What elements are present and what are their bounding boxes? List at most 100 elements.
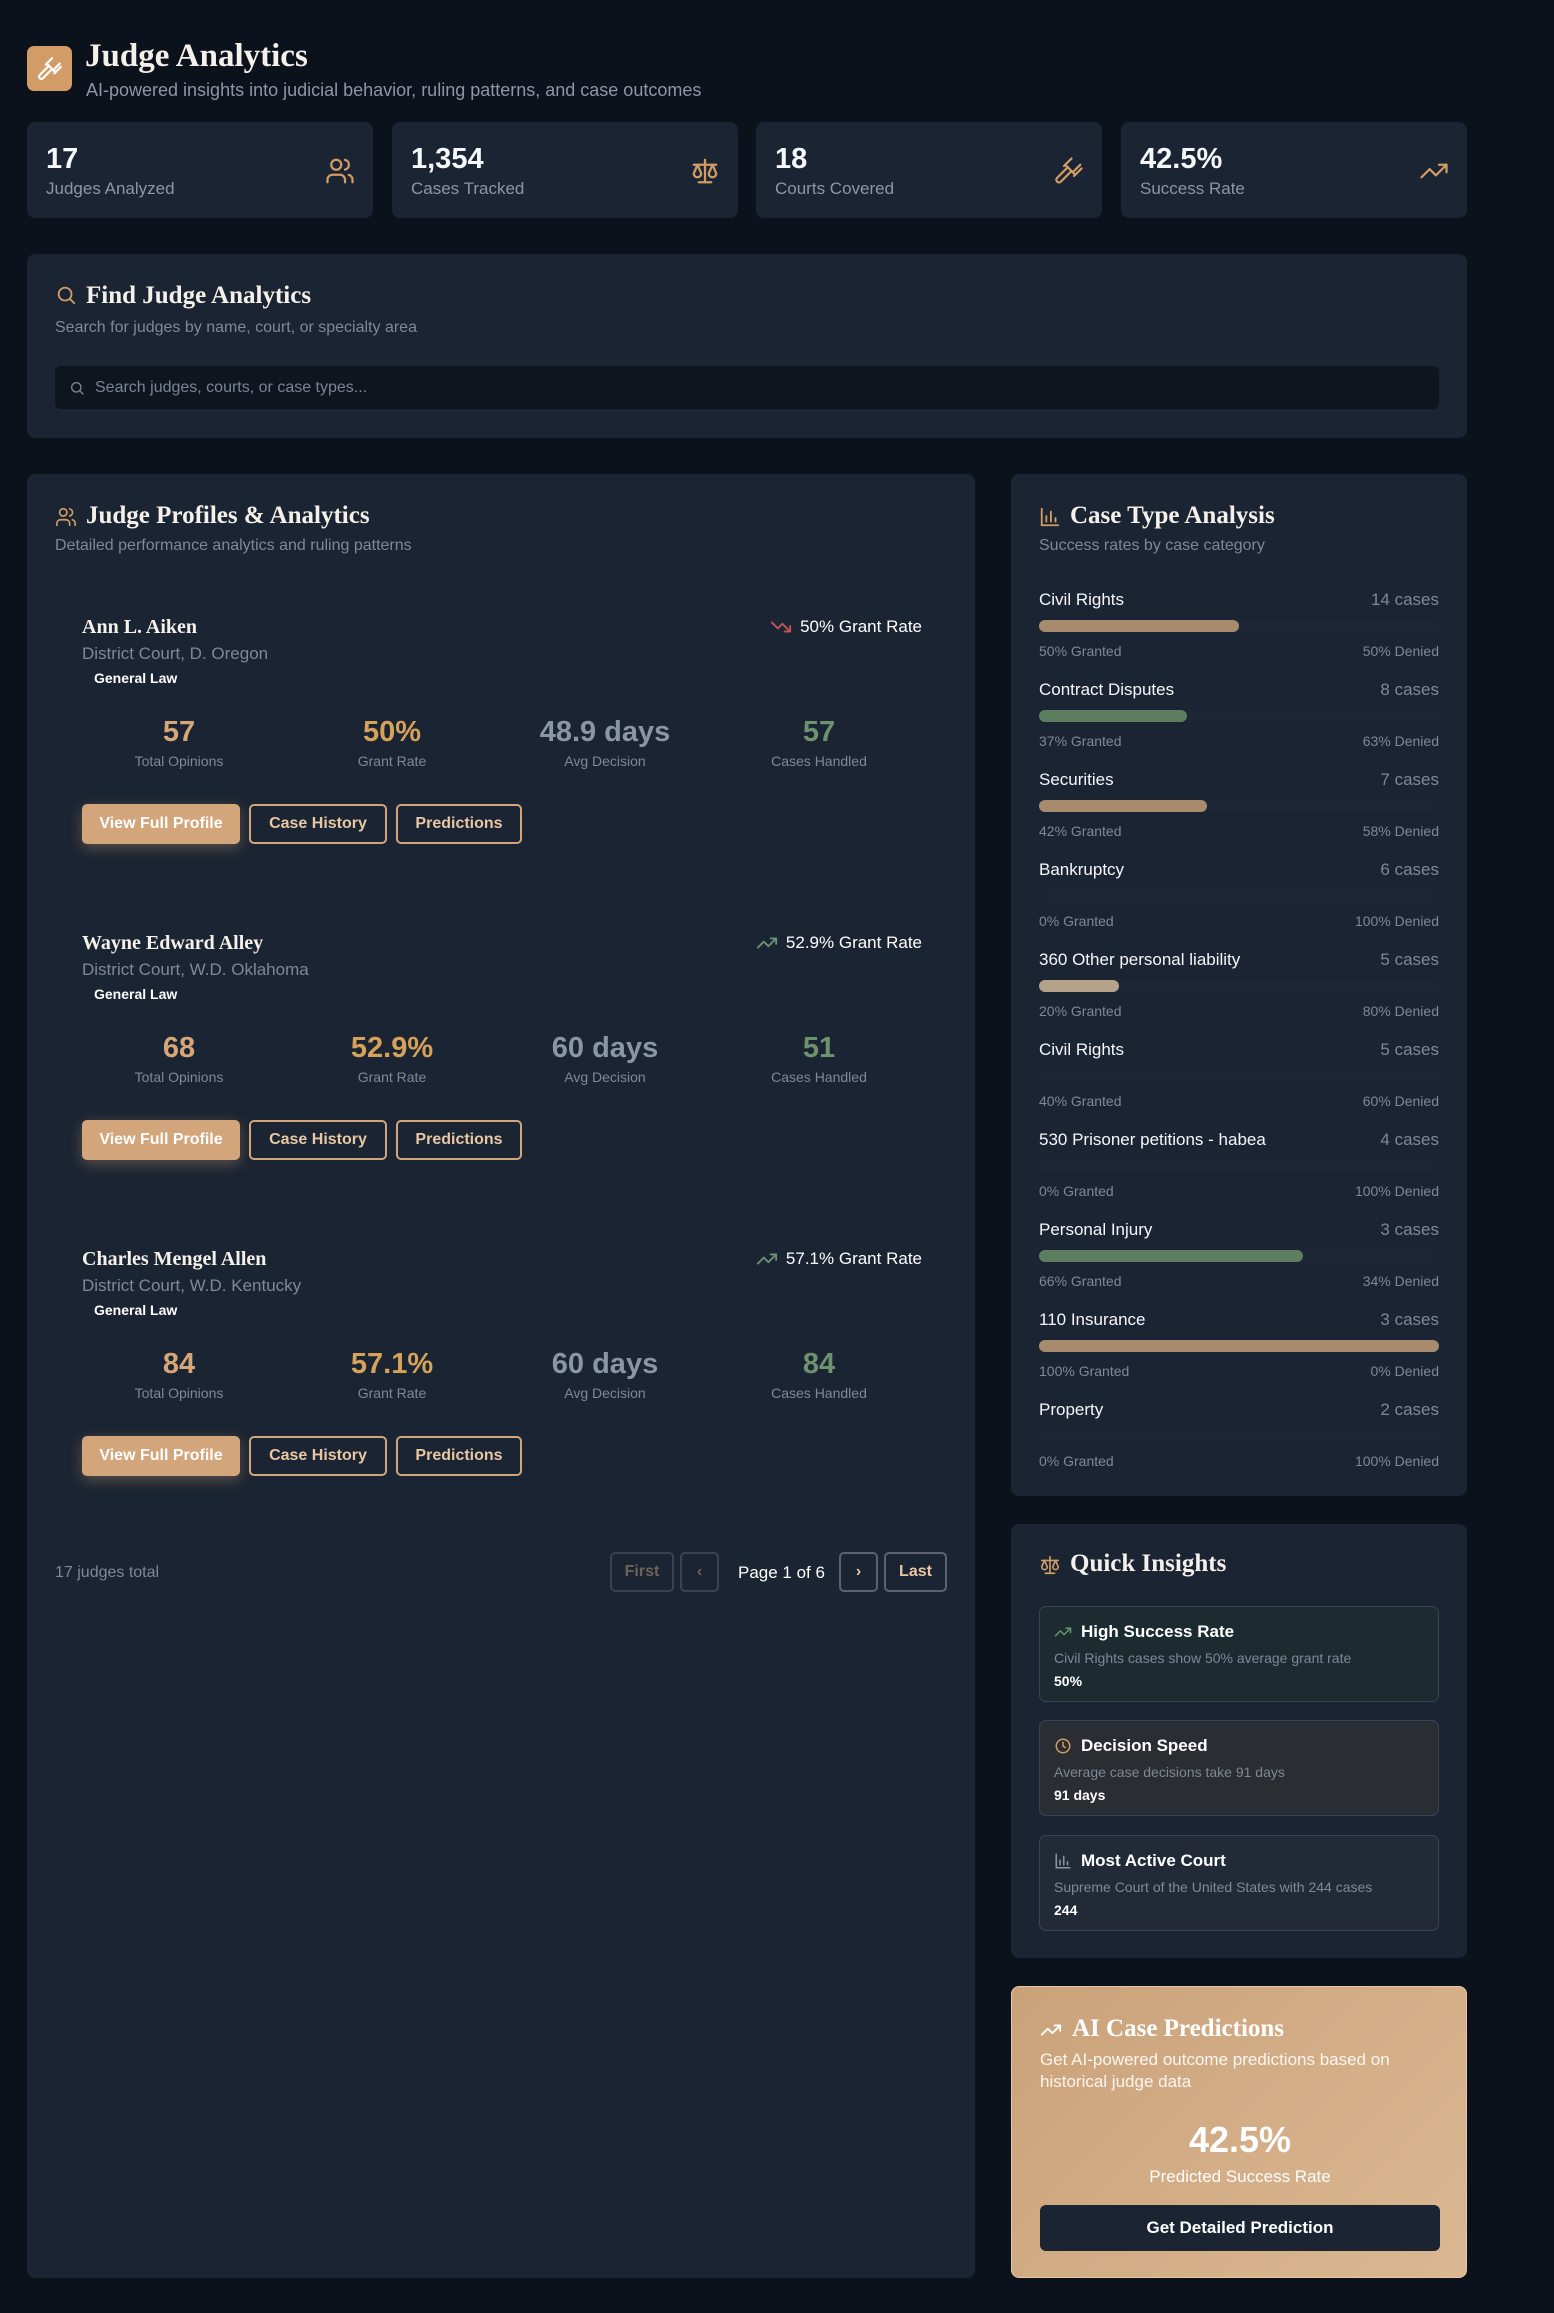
- search-input[interactable]: [95, 366, 1425, 409]
- metric-value: 57: [802, 716, 836, 748]
- judge-court: District Court, W.D. Oklahoma: [82, 960, 309, 979]
- case-type-count: 5 cases: [1380, 950, 1439, 969]
- metric-value: 57.1%: [350, 1348, 434, 1380]
- metric-value: 84: [802, 1348, 836, 1380]
- granted-percent: 66% Granted: [1039, 1273, 1122, 1289]
- stat-label: Success Rate: [1140, 179, 1245, 198]
- insight-title: Decision Speed: [1081, 1736, 1208, 1755]
- case-type-name: Civil Rights: [1039, 1040, 1125, 1059]
- pagination-info: Page 1 of 6: [738, 1563, 825, 1582]
- metric-value: 48.9 days: [539, 716, 671, 748]
- metric-value: 52.9%: [350, 1032, 434, 1064]
- case-type-name: Civil Rights: [1039, 590, 1125, 609]
- case-type-count: 4 cases: [1380, 1130, 1439, 1149]
- judge-court: District Court, W.D. Kentucky: [82, 1276, 302, 1295]
- insight-value: 91 days: [1054, 1787, 1106, 1803]
- trending-up-icon: [756, 1253, 778, 1265]
- insight-high-success: High Success Rate Civil Rights cases sho…: [1039, 1606, 1439, 1702]
- grant-rate-bar: [1039, 980, 1439, 992]
- denied-percent: 60% Denied: [1362, 1093, 1439, 1109]
- metric-grant-rate: 52.9% Grant Rate: [282, 1032, 502, 1085]
- pagination-next-button[interactable]: ›: [839, 1552, 878, 1592]
- granted-percent: 0% Granted: [1039, 1183, 1114, 1199]
- trending-up-icon: [756, 937, 778, 949]
- view-full-profile-button[interactable]: View Full Profile: [82, 1436, 240, 1476]
- insight-title: Most Active Court: [1081, 1851, 1226, 1870]
- grant-rate-text: 50% Grant Rate: [800, 617, 922, 636]
- app-logo: [27, 46, 72, 91]
- stat-value: 1,354: [411, 143, 484, 175]
- view-full-profile-button[interactable]: View Full Profile: [82, 804, 240, 844]
- metric-total-opinions: 68 Total Opinions: [69, 1032, 289, 1085]
- metric-label: Grant Rate: [357, 1385, 427, 1401]
- case-type-name: 110 Insurance: [1039, 1310, 1146, 1329]
- insight-decision-speed: Decision Speed Average case decisions ta…: [1039, 1720, 1439, 1816]
- judge-card: Charles Mengel Allen District Court, W.D…: [82, 1248, 922, 1488]
- predicted-success-value: 42.5%: [1188, 2119, 1292, 2160]
- metric-value: 57: [162, 716, 196, 748]
- grant-rate-bar-fill: [1039, 980, 1119, 992]
- gavel-icon: [1055, 157, 1083, 184]
- grant-rate-bar: [1039, 1160, 1439, 1172]
- predictions-button[interactable]: Predictions: [396, 1436, 522, 1476]
- case-type-name: Personal Injury: [1039, 1220, 1153, 1239]
- denied-percent: 100% Denied: [1354, 913, 1439, 929]
- grant-rate-badge: 52.9% Grant Rate: [756, 932, 922, 954]
- case-type-count: 6 cases: [1380, 860, 1439, 879]
- granted-percent: 40% Granted: [1039, 1093, 1122, 1109]
- judge-court: District Court, D. Oregon: [82, 644, 269, 663]
- pagination-prev-button[interactable]: ‹: [680, 1552, 719, 1592]
- panel-title: Quick Insights: [1070, 1550, 1227, 1577]
- metric-value: 50%: [362, 716, 422, 748]
- metric-avg-decision: 60 days Avg Decision: [495, 1032, 715, 1085]
- grant-rate-bar: [1039, 890, 1439, 902]
- search-subtitle: Search for judges by name, court, or spe…: [55, 319, 417, 336]
- grant-rate-bar-fill: [1039, 620, 1239, 632]
- predictions-button[interactable]: Predictions: [396, 1120, 522, 1160]
- granted-percent: 42% Granted: [1039, 823, 1122, 839]
- granted-percent: 0% Granted: [1039, 1453, 1114, 1469]
- predictions-button[interactable]: Predictions: [396, 804, 522, 844]
- metric-label: Cases Handled: [771, 753, 867, 769]
- granted-percent: 20% Granted: [1039, 1003, 1122, 1019]
- case-history-button[interactable]: Case History: [249, 804, 387, 844]
- view-full-profile-button[interactable]: View Full Profile: [82, 1120, 240, 1160]
- get-detailed-prediction-button[interactable]: Get Detailed Prediction: [1040, 2205, 1440, 2251]
- case-history-button[interactable]: Case History: [249, 1120, 387, 1160]
- ai-predictions-panel: AI Case Predictions Get AI-powered outco…: [1011, 1986, 1467, 2278]
- stat-card-success: 42.5% Success Rate: [1121, 122, 1467, 218]
- case-type-count: 8 cases: [1380, 680, 1439, 699]
- metric-total-opinions: 57 Total Opinions: [69, 716, 289, 769]
- grant-rate-bar: [1039, 1340, 1439, 1352]
- case-type-count: 3 cases: [1380, 1220, 1439, 1239]
- metric-label: Grant Rate: [357, 753, 427, 769]
- clock-icon: [1055, 1738, 1071, 1754]
- case-type-name: Contract Disputes: [1039, 680, 1175, 699]
- stat-label: Cases Tracked: [411, 179, 525, 198]
- case-type-count: 2 cases: [1380, 1400, 1439, 1419]
- case-history-button[interactable]: Case History: [249, 1436, 387, 1476]
- case-type-analysis-panel: Case Type Analysis Success rates by case…: [1011, 474, 1467, 1496]
- case-type-row: Civil Rights 14 cases 50% Granted 50% Denie…: [1039, 590, 1439, 659]
- users-icon: [326, 158, 354, 184]
- grant-rate-bar-fill: [1039, 1250, 1303, 1262]
- grant-rate-bar-fill: [1039, 800, 1207, 812]
- stat-card-cases: 1,354 Cases Tracked: [392, 122, 738, 218]
- insight-desc: Average case decisions take 91 days: [1054, 1764, 1285, 1780]
- stat-value: 42.5%: [1140, 143, 1223, 175]
- case-type-count: 5 cases: [1380, 1040, 1439, 1059]
- pagination-first-button[interactable]: First: [610, 1552, 674, 1592]
- metric-label: Avg Decision: [564, 1385, 646, 1401]
- pagination-last-button[interactable]: Last: [884, 1552, 947, 1592]
- grant-rate-bar-fill: [1039, 1340, 1439, 1352]
- case-type-count: 7 cases: [1380, 770, 1439, 789]
- insight-desc: Supreme Court of the United States with …: [1054, 1879, 1373, 1895]
- case-type-row: Contract Disputes 8 cases 37% Granted 63% D…: [1039, 680, 1439, 749]
- scale-icon: [1040, 1555, 1060, 1575]
- metric-cases-handled: 51 Cases Handled: [709, 1032, 929, 1085]
- case-type-count: 3 cases: [1380, 1310, 1439, 1329]
- granted-percent: 50% Granted: [1039, 643, 1122, 659]
- grant-rate-text: 52.9% Grant Rate: [785, 933, 922, 952]
- grant-rate-bar-fill: [1039, 710, 1187, 722]
- denied-percent: 80% Denied: [1362, 1003, 1439, 1019]
